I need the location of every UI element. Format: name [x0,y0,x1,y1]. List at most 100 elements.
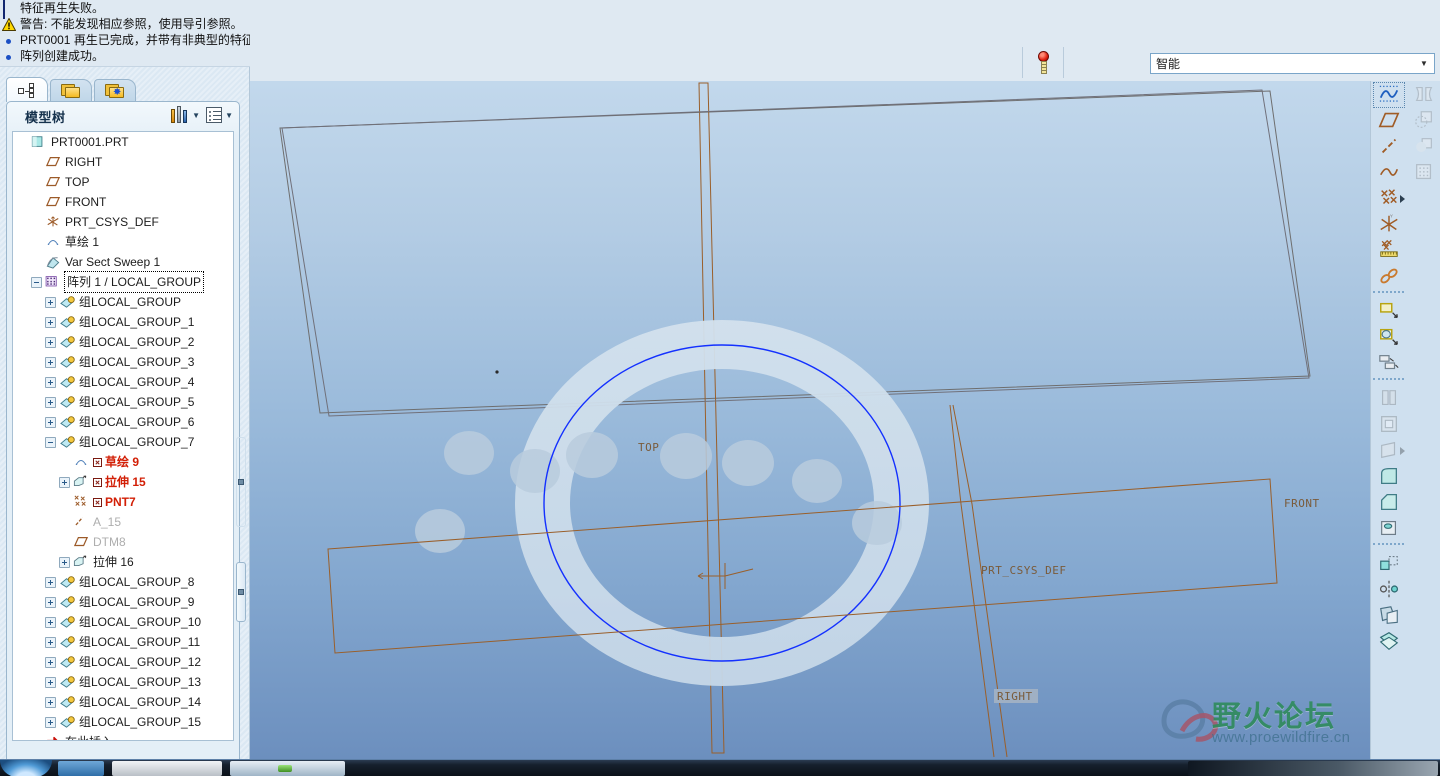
tree-item[interactable]: DTM8 [13,532,233,552]
panel-splitter-lower[interactable] [236,562,246,622]
regenerate-status-button[interactable] [1022,47,1064,78]
tree-item[interactable]: 组LOCAL_GROUP_8 [13,572,233,592]
chamfer-tool[interactable] [1371,489,1406,515]
tree-item[interactable]: A_15 [13,512,233,532]
tree-item[interactable]: 组LOCAL_GROUP_12 [13,652,233,672]
tree-item[interactable]: 组LOCAL_GROUP_14 [13,692,233,712]
group-icon [59,314,75,330]
tree-item[interactable]: TOP [13,172,233,192]
expand-icon[interactable] [45,716,56,728]
tree-item[interactable]: 组LOCAL_GROUP_2 [13,332,233,352]
coord-system-tool[interactable]: Y [1371,211,1406,237]
tree-item[interactable]: 组LOCAL_GROUP_6 [13,412,233,432]
expand-icon[interactable] [59,556,70,568]
datum-curve-tool[interactable] [1371,159,1406,185]
flyout-arrow-icon[interactable] [1400,195,1405,203]
taskbar-item-2[interactable] [230,760,345,776]
tree-item[interactable]: 组LOCAL_GROUP_1 [13,312,233,332]
analysis-point-tool[interactable] [1371,237,1406,263]
tree-item[interactable]: 在此插入 [13,732,233,740]
tree-item[interactable]: 阵列 1 / LOCAL_GROUP [13,271,233,293]
expand-icon[interactable] [59,476,70,488]
model-tree-tab[interactable] [6,77,48,102]
sketch-curve-tool[interactable] [1371,81,1406,108]
reference-tool[interactable] [1371,263,1406,289]
show-button[interactable]: ▼ [206,107,233,123]
expand-icon[interactable] [45,316,56,328]
tree-item[interactable]: 组LOCAL_GROUP_9 [13,592,233,612]
tree-item[interactable]: 拉伸 15 [13,472,233,492]
tree-item[interactable]: 拉伸 16 [13,552,233,572]
tree-item[interactable]: 组LOCAL_GROUP_11 [13,632,233,652]
collapse-icon[interactable] [31,276,42,288]
quick-launch-icon[interactable] [58,760,104,776]
settings-button[interactable]: ▼ [170,106,200,124]
tree-item[interactable]: 组LOCAL_GROUP_3 [13,352,233,372]
model-tree-list[interactable]: PRT0001.PRT RIGHT TOP FRONT PRT_CSYS_DEF 草绘 1… [12,131,234,741]
model-tree-panel: 模型树 ▼ ▼ PRT0001.PRT RIGHT TOP FRONT PRT_… [6,101,240,776]
tree-item[interactable]: 组LOCAL_GROUP_13 [13,672,233,692]
system-tray[interactable] [1188,760,1438,776]
expand-icon[interactable] [45,696,56,708]
feature-toolbar: Y [1370,81,1440,759]
tree-item[interactable]: RIGHT [13,152,233,172]
sweep-blend-tool[interactable] [1371,350,1406,376]
tree-item[interactable]: 草绘 1 [13,232,233,252]
expand-icon[interactable] [45,356,56,368]
favorites-tab[interactable]: ✸ [94,79,136,102]
panel-splitter-upper[interactable] [236,437,246,527]
trim-tool[interactable] [1371,602,1406,628]
expand-icon[interactable] [45,396,56,408]
sketch-icon [73,454,89,470]
expand-icon[interactable] [45,336,56,348]
windows-taskbar [0,759,1440,776]
folder-browser-tab[interactable] [50,79,92,102]
taskbar-item-1[interactable] [112,760,222,776]
expand-icon[interactable] [45,676,56,688]
tree-item[interactable]: FRONT [13,192,233,212]
svg-text:Y: Y [1389,214,1392,219]
tree-item[interactable]: 组LOCAL_GROUP_4 [13,372,233,392]
mirror-halves-icon [1415,86,1432,102]
tree-item[interactable]: 组LOCAL_GROUP_10 [13,612,233,632]
tree-item[interactable]: 组LOCAL_GROUP_5 [13,392,233,412]
expand-icon[interactable] [45,596,56,608]
expand-icon[interactable] [45,656,56,668]
tree-item-label: 组LOCAL_GROUP_13 [79,675,202,689]
flyout-arrow-icon[interactable] [1400,447,1405,455]
tree-item[interactable]: PRT0001.PRT [13,132,233,152]
tree-item[interactable]: 组LOCAL_GROUP_7 [13,432,233,452]
expand-icon[interactable] [45,636,56,648]
expand-icon[interactable] [45,616,56,628]
bolt-hole [566,432,618,478]
merge-tool[interactable] [1371,628,1406,654]
group-icon [59,594,75,610]
tree-item[interactable]: 草绘 9 [13,452,233,472]
datum-axis-tool[interactable] [1371,133,1406,159]
hole-tool[interactable] [1371,515,1406,541]
tree-item-label: PRT0001.PRT [51,135,129,149]
expand-icon[interactable] [45,576,56,588]
graphics-viewport[interactable]: TOP FRONT PRT_CSYS_DEF RIGHT 野火论坛 www.pr… [250,81,1370,759]
collapse-icon[interactable] [45,436,56,448]
shell-tool [1371,411,1406,437]
selection-filter-dropdown[interactable]: 智能 ▼ [1150,53,1435,74]
tree-item[interactable]: 组LOCAL_GROUP [13,292,233,312]
expand-icon[interactable] [45,376,56,388]
datum-point-tool[interactable] [1371,185,1406,211]
tree-item-label: 草绘 1 [65,235,100,249]
tree-item[interactable]: 组LOCAL_GROUP_15 [13,712,233,732]
revolve-tool[interactable] [1371,324,1406,350]
pattern-tool[interactable] [1371,550,1406,576]
windows-start-orb[interactable] [0,759,52,776]
tree-item-label: 组LOCAL_GROUP_2 [79,335,195,349]
datum-plane-tool[interactable] [1371,107,1406,133]
round-tool[interactable] [1371,463,1406,489]
tree-item[interactable]: PNT7 [13,492,233,512]
expand-icon[interactable] [45,416,56,428]
tree-item[interactable]: PRT_CSYS_DEF [13,212,233,232]
expand-icon[interactable] [45,296,56,308]
extrude-tool[interactable] [1371,298,1406,324]
tree-item[interactable]: Var Sect Sweep 1 [13,252,233,272]
mirror-tool[interactable] [1371,576,1406,602]
